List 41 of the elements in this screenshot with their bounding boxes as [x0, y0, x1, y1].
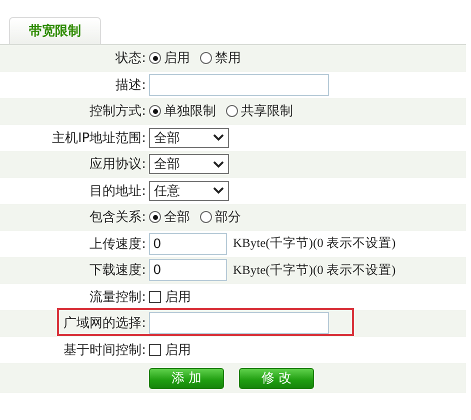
option-label: 共享限制 — [241, 103, 293, 120]
input-field[interactable]: 0 — [149, 232, 227, 255]
field-label: 基于时间控制: — [62, 342, 146, 359]
field-label: 上传速度: — [88, 236, 146, 253]
field-label: 包含关系: — [88, 209, 146, 226]
field-label: 流量控制: — [88, 288, 146, 306]
option-label: 启用 — [164, 50, 190, 68]
input-field[interactable]: 0 — [149, 259, 227, 282]
field-label: 控制方式: — [88, 103, 146, 120]
radio-button[interactable] — [226, 105, 238, 118]
checkbox[interactable] — [149, 290, 161, 303]
field-label: 目的地址: — [88, 182, 146, 200]
dropdown[interactable]: 全部 — [149, 154, 229, 174]
option-label: 禁用 — [215, 50, 241, 68]
option-label: 启用 — [165, 342, 191, 359]
dropdown[interactable]: 全部 — [149, 128, 229, 148]
unit-text: KByte(千字节)(0 表示不设置) — [233, 235, 396, 252]
caret-icon — [213, 187, 224, 194]
option-label: 全部 — [164, 209, 190, 226]
tab[interactable]: 带宽限制 — [9, 17, 101, 44]
field-label: 应用协议: — [88, 156, 146, 174]
unit-text: KByte(千字节)(0 表示不设置) — [233, 262, 396, 279]
caret-icon — [213, 160, 224, 168]
input-field[interactable] — [149, 74, 329, 96]
caret-icon — [213, 134, 224, 142]
input-field[interactable] — [149, 312, 329, 334]
radio-button[interactable] — [200, 211, 212, 224]
dropdown[interactable]: 任意 — [149, 180, 229, 201]
option-label: 单独限制 — [164, 103, 216, 120]
radio-button[interactable] — [149, 105, 161, 118]
radio-button[interactable] — [149, 52, 161, 64]
field-label: 描述: — [114, 76, 146, 94]
field-label: 广域网的选择: — [62, 315, 146, 332]
field-label: 状态: — [114, 50, 146, 68]
option-label: 部分 — [215, 209, 241, 226]
radio-button[interactable] — [200, 52, 212, 64]
option-label: 启用 — [165, 288, 191, 306]
field-label: 主机IP地址范围: — [50, 130, 146, 147]
checkbox[interactable] — [149, 344, 161, 356]
field-label: 下载速度: — [88, 262, 146, 280]
radio-button[interactable] — [149, 211, 161, 224]
